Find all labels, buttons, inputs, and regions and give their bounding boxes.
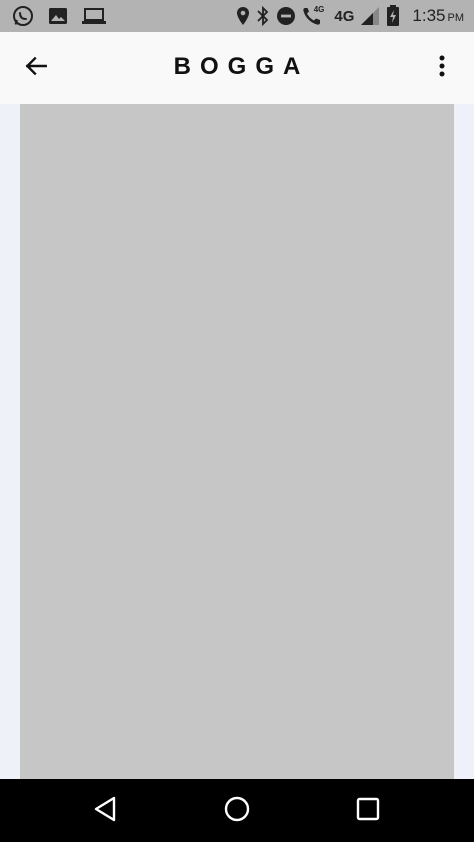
whatsapp-icon bbox=[12, 5, 34, 27]
status-bar: 4G 4G 1:35 PM bbox=[0, 0, 474, 32]
clock-ampm: PM bbox=[447, 12, 465, 24]
do-not-disturb-icon bbox=[276, 6, 296, 26]
more-options-button[interactable] bbox=[428, 50, 456, 86]
notification-icons bbox=[12, 5, 106, 27]
navigation-bar bbox=[0, 779, 474, 842]
nav-recents-button[interactable] bbox=[350, 793, 386, 829]
bluetooth-icon bbox=[256, 6, 270, 26]
loading-placeholder bbox=[20, 104, 454, 779]
more-vert-icon bbox=[438, 54, 446, 83]
gallery-icon bbox=[48, 7, 68, 25]
nav-back-button[interactable] bbox=[87, 793, 123, 829]
nav-home-button[interactable] bbox=[219, 793, 255, 829]
home-circle-icon bbox=[224, 796, 250, 827]
back-triangle-icon bbox=[93, 796, 117, 827]
app-bar: BOGGA bbox=[0, 32, 474, 104]
network-4g-label: 4G bbox=[334, 7, 355, 25]
signal-icon bbox=[360, 6, 380, 26]
status-clock: 1:35 PM bbox=[412, 6, 464, 26]
location-icon bbox=[236, 6, 250, 26]
volte-call-icon: 4G bbox=[302, 5, 325, 26]
page-title: BOGGA bbox=[173, 53, 310, 80]
battery-charging-icon bbox=[386, 5, 400, 27]
content-area bbox=[0, 104, 474, 779]
screen: 4G 4G 1:35 PM BOGGA bbox=[0, 0, 474, 842]
clock-time: 1:35 bbox=[412, 6, 446, 25]
volte-label: 4G bbox=[313, 5, 325, 14]
system-icons: 4G 4G 1:35 PM bbox=[236, 4, 464, 28]
recents-square-icon bbox=[356, 797, 380, 826]
laptop-icon bbox=[82, 7, 106, 25]
